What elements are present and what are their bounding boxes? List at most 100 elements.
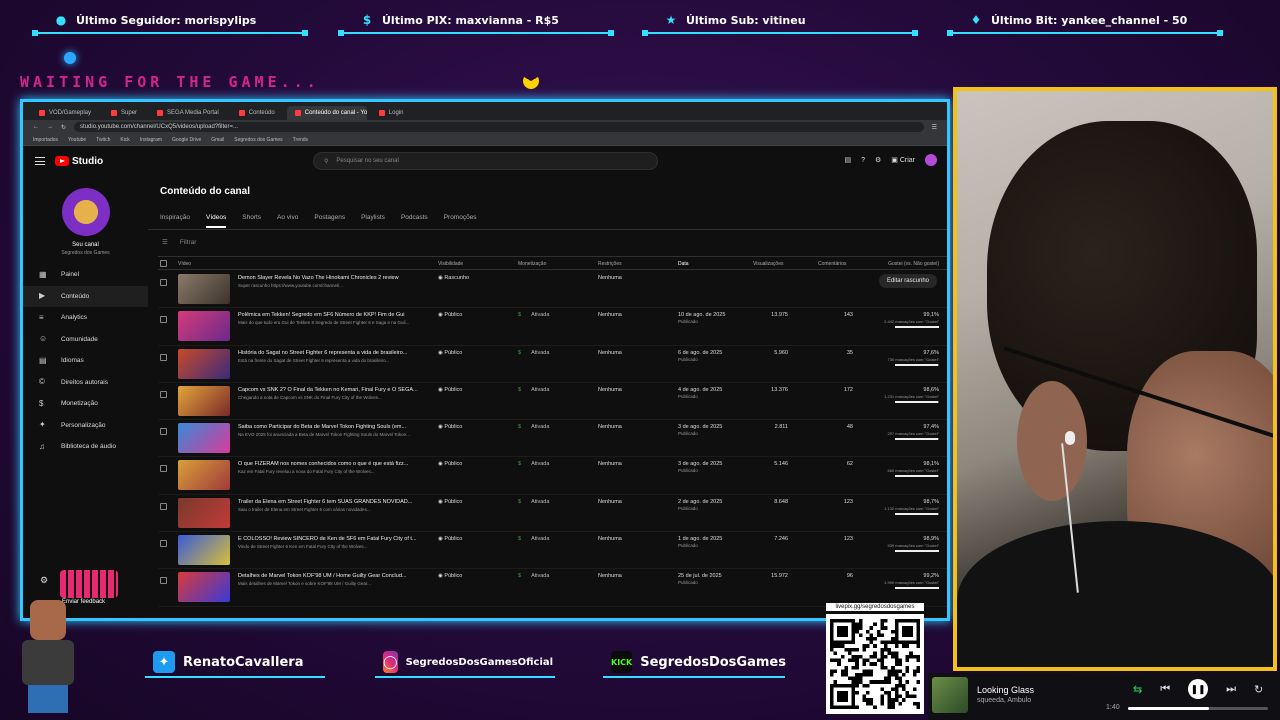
sidebar-item-personaliza-o[interactable]: ✦ Personalização bbox=[23, 415, 148, 437]
row-checkbox[interactable] bbox=[160, 502, 167, 510]
video-title[interactable]: Polêmica em Tekken! Segredo em SF6 Númer… bbox=[238, 312, 418, 318]
notifications-icon[interactable]: ⚙ bbox=[875, 156, 881, 164]
table-row[interactable]: Detalhes de Marvel Tokon KOF'98 UM / Hom… bbox=[158, 569, 947, 607]
col-monetization[interactable]: Monetização bbox=[518, 261, 546, 267]
video-thumbnail[interactable] bbox=[178, 535, 230, 566]
table-row[interactable]: Trailer da Elena em Street Fighter 6 tem… bbox=[158, 495, 947, 533]
video-visibility[interactable]: ◉ Público bbox=[438, 573, 462, 579]
video-visibility[interactable]: ◉ Público bbox=[438, 350, 462, 356]
select-all-checkbox[interactable] bbox=[160, 260, 167, 267]
browser-tab[interactable]: VOD/Gameplay bbox=[31, 106, 99, 120]
row-checkbox[interactable] bbox=[160, 577, 167, 585]
video-thumbnail[interactable] bbox=[178, 497, 230, 528]
tab-podcasts[interactable]: Podcasts bbox=[401, 214, 428, 228]
video-thumbnail[interactable] bbox=[178, 460, 230, 491]
tab-playlists[interactable]: Playlists bbox=[361, 214, 385, 228]
captions-icon[interactable]: ▤ bbox=[844, 156, 851, 164]
col-visibility[interactable]: Visibilidade bbox=[438, 261, 463, 267]
previous-icon[interactable]: ⏮ bbox=[1160, 683, 1170, 696]
settings-icon[interactable]: ⚙ bbox=[40, 575, 48, 586]
video-title[interactable]: Detalhes de Marvel Tokon KOF'98 UM / Hom… bbox=[238, 573, 418, 579]
shuffle-icon[interactable]: ⇆ bbox=[1133, 683, 1142, 696]
account-avatar[interactable] bbox=[925, 154, 937, 166]
sidebar-item-painel[interactable]: ▦ Painel bbox=[23, 264, 148, 286]
video-monetization[interactable]: Ativada bbox=[518, 350, 549, 356]
video-monetization[interactable]: Ativada bbox=[518, 573, 549, 579]
video-visibility[interactable]: ◉ Público bbox=[438, 461, 462, 467]
sidebar-item-idiomas[interactable]: ▤ Idiomas bbox=[23, 350, 148, 372]
tab-ao-vivo[interactable]: Ao vivo bbox=[277, 214, 298, 228]
tab-shorts[interactable]: Shorts bbox=[242, 214, 261, 228]
url-field[interactable]: studio.youtube.com/channel/UCxQ5/videos/… bbox=[74, 122, 924, 132]
sidebar-item-analytics[interactable]: ≡ Analytics bbox=[23, 307, 148, 329]
sidebar-item-biblioteca-de-udio[interactable]: ♫ Biblioteca de áudio bbox=[23, 436, 148, 458]
bookmark-item[interactable]: Twitch bbox=[96, 137, 110, 143]
next-icon[interactable]: ⏭ bbox=[1226, 683, 1236, 696]
video-visibility[interactable]: ◉ Público bbox=[438, 499, 462, 505]
video-visibility[interactable]: ◉ Público bbox=[438, 387, 462, 393]
video-thumbnail[interactable] bbox=[178, 572, 230, 603]
sidebar-item-conte-do[interactable]: ▶ Conteúdo bbox=[23, 285, 148, 307]
video-visibility[interactable]: ◉ Rascunho bbox=[438, 275, 469, 281]
sidebar-item-monetiza-o[interactable]: $ Monetização bbox=[23, 393, 148, 415]
create-button[interactable]: ▣ Criar bbox=[891, 156, 915, 164]
bookmark-item[interactable]: Importados bbox=[33, 137, 58, 143]
video-monetization[interactable]: Ativada bbox=[518, 312, 549, 318]
browser-tab[interactable]: Login bbox=[371, 106, 412, 120]
video-monetization[interactable]: Ativada bbox=[518, 387, 549, 393]
table-row[interactable]: Polêmica em Tekken! Segredo em SF6 Númer… bbox=[158, 308, 947, 346]
video-title[interactable]: História do Sagat no Street Fighter 6 re… bbox=[238, 350, 418, 356]
video-monetization[interactable]: Ativada bbox=[518, 536, 549, 542]
forward-icon[interactable]: → bbox=[47, 124, 53, 130]
video-thumbnail[interactable] bbox=[178, 274, 230, 304]
tab-promo-es[interactable]: Promoções bbox=[444, 214, 477, 228]
edit-draft-button[interactable]: Editar rascunho bbox=[878, 274, 937, 288]
studio-logo[interactable]: Studio bbox=[55, 156, 103, 167]
bookmark-item[interactable]: Segredos dos Games bbox=[234, 137, 282, 143]
tab-v-deos[interactable]: Vídeos bbox=[206, 214, 227, 228]
tab-inspira-o[interactable]: Inspiração bbox=[160, 214, 190, 228]
col-date[interactable]: Data bbox=[678, 261, 689, 267]
bookmark-item[interactable]: Trends bbox=[293, 137, 308, 143]
row-checkbox[interactable] bbox=[160, 279, 167, 286]
back-icon[interactable]: ← bbox=[33, 124, 39, 130]
bookmark-item[interactable]: Youtube bbox=[68, 137, 86, 143]
table-row[interactable]: Saiba como Participar do Beta de Marvel … bbox=[158, 420, 947, 458]
studio-search-input[interactable]: ⚲ Pesquisar no seu canal bbox=[313, 152, 658, 170]
video-title[interactable]: Demon Slayer Revela No Vazo The Hinokami… bbox=[238, 275, 418, 281]
video-visibility[interactable]: ◉ Público bbox=[438, 424, 462, 430]
video-title[interactable]: Saiba como Participar do Beta de Marvel … bbox=[238, 424, 418, 430]
bookmark-item[interactable]: Gmail bbox=[211, 137, 224, 143]
bookmark-item[interactable]: Instagram bbox=[140, 137, 162, 143]
row-checkbox[interactable] bbox=[160, 390, 167, 398]
table-row[interactable]: Demon Slayer Revela No Vazo The Hinokami… bbox=[158, 271, 947, 309]
video-thumbnail[interactable] bbox=[178, 348, 230, 379]
video-visibility[interactable]: ◉ Público bbox=[438, 312, 462, 318]
filter-bar[interactable]: ☰ Filtrar bbox=[162, 238, 196, 247]
video-visibility[interactable]: ◉ Público bbox=[438, 536, 462, 542]
tab-postagens[interactable]: Postagens bbox=[314, 214, 345, 228]
row-checkbox[interactable] bbox=[160, 316, 167, 324]
channel-avatar[interactable] bbox=[61, 188, 110, 236]
menu-icon[interactable] bbox=[35, 157, 45, 165]
sidebar-item-direitos-autorais[interactable]: © Direitos autorais bbox=[23, 372, 148, 394]
track-progress[interactable] bbox=[1128, 707, 1268, 710]
video-monetization[interactable]: Ativada bbox=[518, 424, 549, 430]
reload-icon[interactable]: ↻ bbox=[61, 124, 66, 131]
video-title[interactable]: Capcom vs SNK 2? O Final da Tekken no Ke… bbox=[238, 387, 418, 393]
repeat-icon[interactable]: ↻ bbox=[1254, 683, 1263, 696]
table-row[interactable]: É COLOSSO! Review SINCERO de Ken de SF6 … bbox=[158, 532, 947, 570]
row-checkbox[interactable] bbox=[160, 353, 167, 361]
extensions-icon[interactable]: ☰ bbox=[932, 124, 937, 131]
col-views[interactable]: Visualizações bbox=[753, 261, 783, 267]
video-monetization[interactable]: Ativada bbox=[518, 499, 549, 505]
bookmark-item[interactable]: Kick bbox=[120, 137, 129, 143]
video-title[interactable]: Trailer da Elena em Street Fighter 6 tem… bbox=[238, 499, 418, 505]
browser-tab[interactable]: Super bbox=[103, 106, 145, 120]
pause-button[interactable]: ❚❚ bbox=[1188, 679, 1209, 699]
col-comments[interactable]: Comentários bbox=[818, 261, 846, 267]
video-thumbnail[interactable] bbox=[178, 311, 230, 342]
video-title[interactable]: É COLOSSO! Review SINCERO de Ken de SF6 … bbox=[238, 536, 418, 542]
col-likes[interactable]: Gostei (vs. Não gostei) bbox=[888, 261, 939, 267]
row-checkbox[interactable] bbox=[160, 428, 167, 436]
